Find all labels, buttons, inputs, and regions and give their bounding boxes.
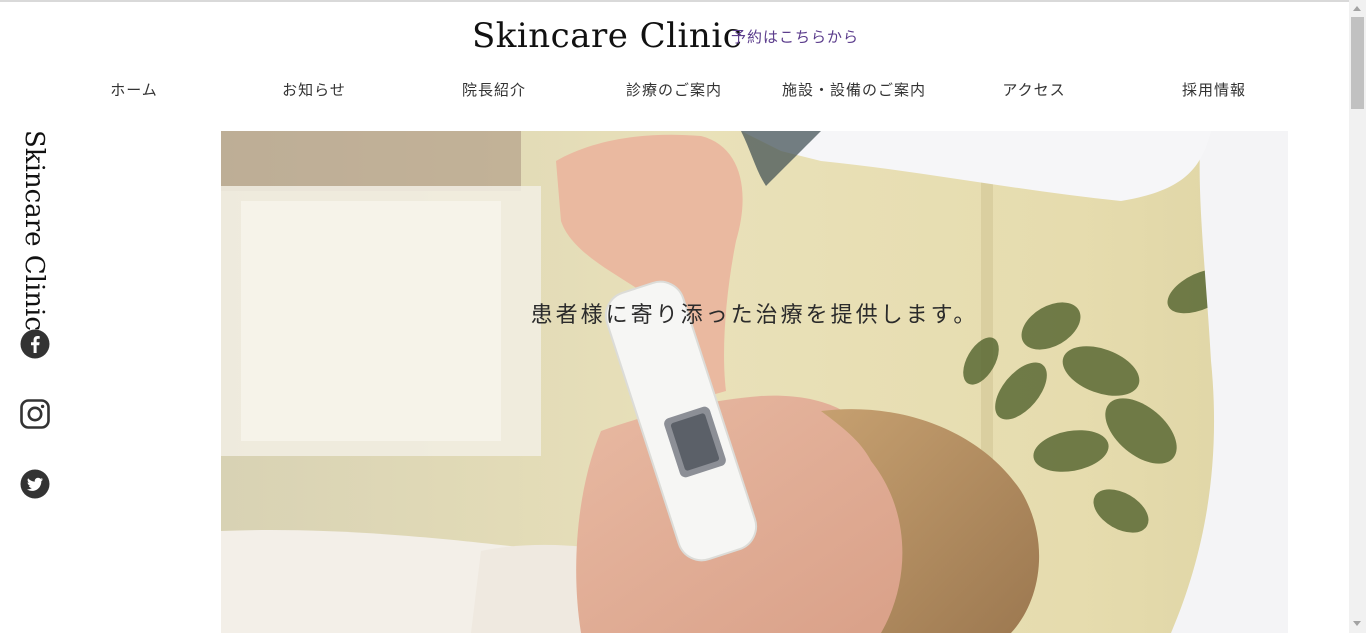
top-border (0, 0, 1366, 2)
page-scrollbar[interactable] (1349, 0, 1366, 633)
nav-item-news[interactable]: お知らせ (224, 79, 404, 101)
twitter-icon[interactable] (20, 469, 50, 499)
site-title[interactable]: Skincare Clinic (472, 14, 742, 58)
nav-item-treatment[interactable]: 診療のご案内 (584, 79, 764, 101)
reserve-link[interactable]: 予約はこちらから (731, 26, 859, 47)
scroll-down-icon[interactable] (1353, 621, 1361, 626)
nav-item-recruit[interactable]: 採用情報 (1124, 79, 1304, 101)
nav-item-home[interactable]: ホーム (44, 79, 224, 101)
nav-item-access[interactable]: アクセス (944, 79, 1124, 101)
hero-image: 患者様に寄り添った治療を提供します。 (221, 131, 1288, 633)
facebook-icon[interactable] (20, 329, 50, 359)
nav-item-director[interactable]: 院長紹介 (404, 79, 584, 101)
scroll-up-icon[interactable] (1353, 6, 1361, 11)
sidebar-vertical-title[interactable]: Skincare Clinic (18, 130, 50, 331)
nav-item-facilities[interactable]: 施設・設備のご案内 (764, 79, 944, 101)
scroll-thumb[interactable] (1351, 17, 1364, 109)
hero-headline: 患者様に寄り添った治療を提供します。 (530, 303, 979, 328)
main-nav: ホーム お知らせ 院長紹介 診療のご案内 施設・設備のご案内 アクセス 採用情報 (44, 79, 1304, 101)
instagram-icon[interactable] (20, 399, 50, 429)
